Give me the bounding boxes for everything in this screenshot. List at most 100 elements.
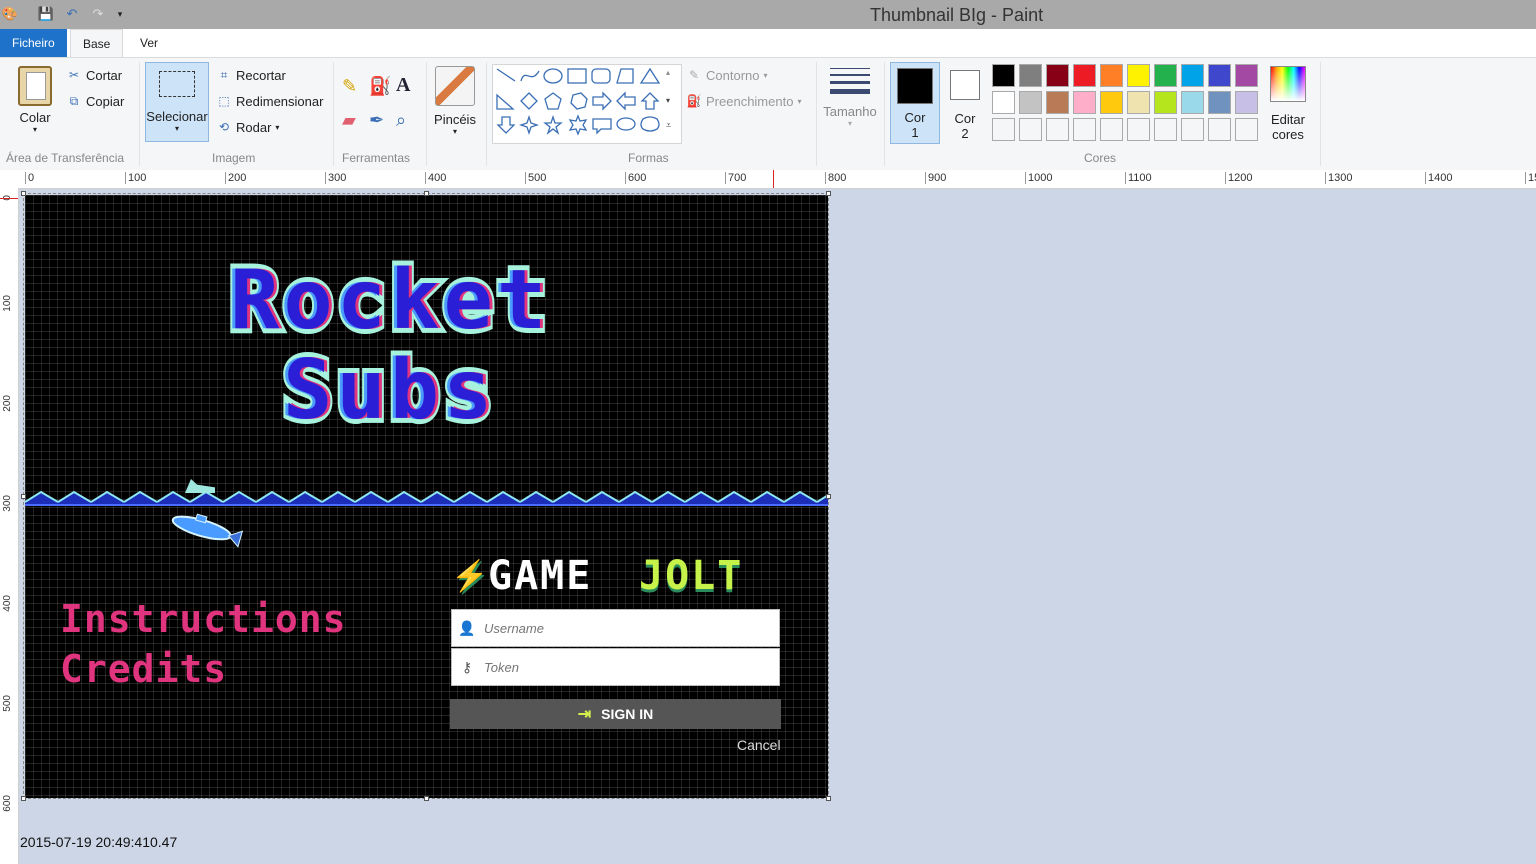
resize-handle[interactable] [826,494,831,499]
brushes-label: Pincéis [434,112,476,127]
tab-file[interactable]: Ficheiro [0,29,67,57]
undo-icon[interactable]: ↶ [64,6,80,22]
save-icon[interactable]: 💾 [38,6,54,22]
shapes-scroll-up-icon[interactable]: ▴ [666,68,670,77]
ruler-tick-label: 700 [725,172,746,184]
palette-swatch[interactable] [1235,118,1258,141]
brushes-button[interactable]: Pincéis ▾ [432,66,478,136]
resize-handle[interactable] [21,494,26,499]
fill-tool[interactable]: ⛽ [369,76,391,97]
palette-swatch[interactable] [1019,118,1042,141]
palette-swatch[interactable] [1235,91,1258,114]
token-input[interactable] [482,658,766,676]
palette-swatch[interactable] [992,64,1015,87]
palette-swatch[interactable] [1100,91,1123,114]
palette-swatch[interactable] [1073,64,1096,87]
sign-in-button[interactable]: ⇥ SIGN IN [450,699,781,729]
resize-button[interactable]: ⬚ Redimensionar [216,93,323,109]
user-icon: 👤 [458,619,476,636]
fill-button[interactable]: ⛽ Preenchimento ▾ [686,93,802,109]
palette-swatch[interactable] [992,118,1015,141]
brand-game: GAME [488,553,593,599]
ruler-tick-label: 600 [625,172,646,184]
palette-swatch[interactable] [1046,91,1069,114]
username-input[interactable] [482,619,766,637]
customize-quick-access-icon[interactable]: ▾ [112,6,128,22]
palette-swatch[interactable] [992,91,1015,114]
tab-home[interactable]: Base [70,29,124,59]
tab-view[interactable]: Ver [128,29,170,57]
palette-swatch[interactable] [1127,118,1150,141]
color2-label: Cor [954,111,976,126]
color1-button[interactable]: Cor 1 [890,62,940,144]
resize-handle[interactable] [21,191,26,196]
palette-swatch[interactable] [1046,118,1069,141]
five-point-star-shape-icon [543,114,563,135]
title-bar: 🎨 💾 ↶ ↷ ▾ Thumbnail BIg - Paint [0,0,1536,29]
select-button[interactable]: Selecionar ▾ [145,62,209,142]
size-button[interactable]: Tamanho ▾ [822,66,878,128]
palette-swatch[interactable] [1154,118,1177,141]
cut-button[interactable]: ✂ Cortar [66,67,122,83]
color2-button[interactable]: Cor 2 [943,62,987,141]
palette-swatch[interactable] [1154,64,1177,87]
palette-swatch[interactable] [1181,91,1204,114]
game-title-line2: Subs [278,338,497,443]
ruler-tick-label: 400 [425,172,446,184]
resize-handle[interactable] [424,796,429,801]
menu-credits[interactable]: Credits [60,647,227,691]
copy-button[interactable]: ⧉ Copiar [66,93,125,109]
left-arrow-shape-icon [616,91,636,111]
shapes-scroll-down-icon[interactable]: ▾ [666,96,670,105]
text-tool[interactable]: A [396,74,410,97]
cancel-link[interactable]: Cancel [737,737,781,753]
resize-handle[interactable] [826,191,831,196]
palette-swatch[interactable] [1127,64,1150,87]
palette-swatch[interactable] [1181,64,1204,87]
rectangle-shape-icon [567,68,587,84]
palette-swatch[interactable] [1235,64,1258,87]
palette-swatch[interactable] [1046,64,1069,87]
outline-button[interactable]: ✎ Contorno ▾ [686,67,768,83]
paint-app-icon[interactable]: 🎨 [2,6,18,22]
palette-swatch[interactable] [1127,91,1150,114]
palette-swatch[interactable] [1019,64,1042,87]
hexagon-shape-icon [570,92,588,110]
palette-swatch[interactable] [1100,118,1123,141]
magnifier-tool[interactable]: ⌕ [396,110,406,131]
palette-swatch[interactable] [1208,64,1231,87]
menu-instructions[interactable]: Instructions [60,597,347,641]
palette-swatch[interactable] [1154,91,1177,114]
divider [884,62,885,166]
palette-swatch[interactable] [1181,118,1204,141]
chevron-down-icon: ▾ [797,96,802,106]
color-picker-tool[interactable]: ✒ [369,110,384,131]
rotate-button[interactable]: ⟲ Rodar ▾ [216,119,279,135]
palette-swatch[interactable] [1073,91,1096,114]
palette-swatch[interactable] [1073,118,1096,141]
crop-button[interactable]: ⌗ Recortar [216,67,286,83]
resize-handle[interactable] [424,191,429,196]
resize-handle[interactable] [21,796,26,801]
palette-swatch[interactable] [1208,118,1231,141]
divider [333,62,334,166]
paste-button[interactable]: Colar ▾ [12,64,58,134]
crop-icon: ⌗ [220,67,228,82]
shapes-gallery[interactable] [492,64,682,144]
down-arrow-shape-icon [496,116,516,134]
username-field[interactable]: 👤 [451,609,780,647]
pencil-tool[interactable]: ✎ [342,76,357,97]
image-group-label: Imagem [212,151,256,165]
shapes-expand-icon[interactable]: ⩡ [666,120,671,131]
palette-swatch[interactable] [1208,91,1231,114]
edit-colors-button[interactable]: Editar cores [1266,64,1310,142]
redo-icon[interactable]: ↷ [90,6,106,22]
resize-handle[interactable] [826,796,831,801]
eraser-tool[interactable]: ▰ [342,110,356,131]
token-field[interactable]: ⚷ [451,648,780,686]
palette-swatch[interactable] [1100,64,1123,87]
window-title: Thumbnail BIg - Paint [870,5,1044,25]
divider [1320,62,1321,166]
palette-swatch[interactable] [1019,91,1042,114]
chevron-down-icon: ▾ [32,125,37,134]
